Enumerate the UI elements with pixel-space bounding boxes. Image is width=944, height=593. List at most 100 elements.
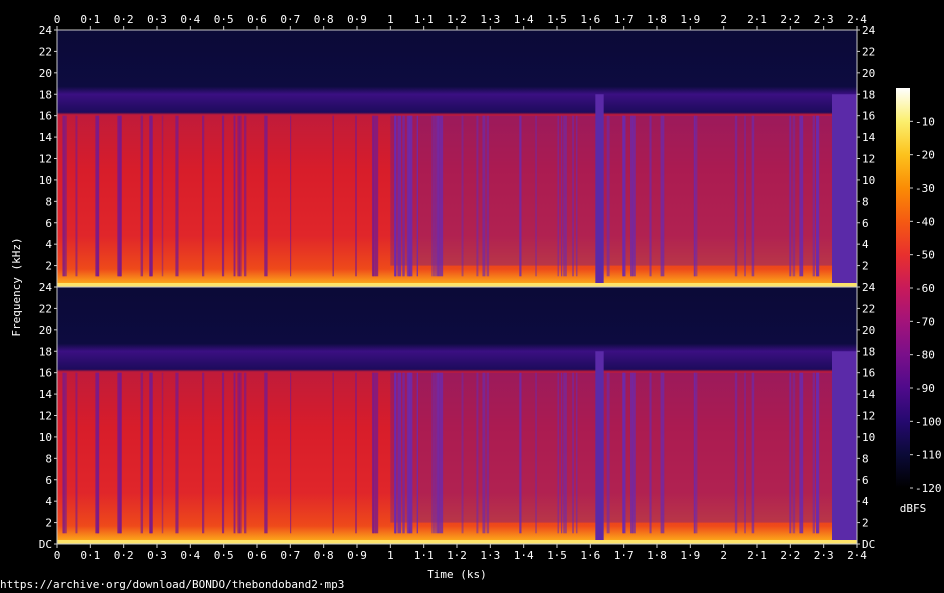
x-tick-label: 0·4: [180, 13, 200, 26]
spectral-streak: [629, 372, 633, 534]
x-tick-label: 0·9: [347, 13, 367, 26]
y-tick-label: 18: [862, 345, 875, 358]
x-tick-label: 0·3: [147, 549, 167, 562]
spectral-streak: [416, 372, 419, 534]
spectral-streak: [149, 372, 153, 534]
y-tick-label: 18: [39, 345, 52, 358]
x-tick-label: 0·7: [280, 549, 300, 562]
y-tick-label: 22: [39, 45, 52, 58]
spectral-streak: [375, 115, 379, 277]
spectral-streak: [290, 115, 292, 277]
x-tick-label: 1·8: [647, 13, 667, 26]
colorbar-tick-label: -90: [915, 382, 935, 395]
colorbar-tick-label: -70: [915, 315, 935, 328]
y-tick-label: 8: [45, 195, 52, 208]
spectral-streak: [734, 372, 738, 534]
spectral-streak: [486, 372, 490, 534]
y-tick-label: 6: [45, 474, 52, 487]
spectral-streak: [355, 115, 357, 277]
spectral-streak: [751, 115, 755, 277]
x-tick-label: 1·4: [514, 549, 534, 562]
y-tick-label: 14: [39, 388, 53, 401]
x-tick-label: 0·1: [80, 13, 100, 26]
y-tick-label: 22: [862, 302, 875, 315]
y-tick-label: 4: [862, 495, 869, 508]
y-tick-label: 12: [39, 153, 52, 166]
y-tick-label: 14: [39, 131, 53, 144]
y-tick-label: 18: [39, 88, 52, 101]
spectral-streak: [373, 372, 377, 534]
spectral-streak: [575, 372, 578, 534]
colorbar-tick-label: -100: [915, 415, 942, 428]
x-axis-ticks-top: 0 0·1 0·2 0·3 0·4 0·5 0·6 0·7 0·8 0·9 1 1·1 1·2 1·3 1·…: [54, 13, 867, 30]
spectrogram-chart: 0 0·1 0·2 0·3 0·4 0·5 0·6 0·7 0·8 0·9 1 1·1 1·2 1·3 1·…: [10, 13, 942, 581]
x-tick-label: 1·6: [580, 13, 600, 26]
spectral-streak: [561, 115, 563, 277]
spectral-streak: [572, 115, 574, 277]
spectral-streak: [572, 372, 574, 534]
x-tick-label: 1·9: [680, 13, 700, 26]
spectral-streak: [632, 372, 636, 534]
colorbar-tick-label: -80: [915, 349, 935, 362]
x-tick-label: 1: [387, 549, 394, 562]
spectral-streak: [416, 115, 419, 277]
colorbar-tick-label: -20: [915, 149, 935, 162]
x-axis-label: Time (ks): [427, 568, 487, 581]
x-tick-label: 2·2: [780, 13, 800, 26]
spectral-streak: [238, 372, 242, 534]
spectral-streak: [175, 372, 179, 534]
spectral-streak: [744, 372, 746, 534]
spectral-streak: [221, 372, 225, 534]
colorbar-tick-label: -50: [915, 249, 935, 262]
y-tick-label: 8: [862, 452, 869, 465]
y-tick-label: DC: [39, 538, 52, 551]
spectral-streak: [435, 372, 437, 534]
spectral-streak: [606, 115, 610, 277]
quiet-segment: [595, 94, 604, 287]
y-tick-label: 24: [862, 281, 876, 294]
spectral-streak: [623, 115, 626, 277]
y-tick-label: 24: [39, 24, 53, 37]
x-tick-label: 1·5: [547, 13, 567, 26]
x-tick-label: 1·4: [514, 13, 534, 26]
y-tick-label: 10: [39, 174, 52, 187]
spectral-streak: [799, 372, 804, 534]
spectral-streak: [149, 115, 153, 277]
spectral-streak: [812, 115, 815, 277]
x-tick-label: 0: [54, 549, 61, 562]
spectral-streak: [120, 372, 122, 534]
x-tick-label: 0·9: [347, 549, 367, 562]
spectral-streak: [575, 115, 578, 277]
x-tick-label: 0: [54, 13, 61, 26]
x-tick-label: 1·1: [414, 13, 434, 26]
spectral-streak: [649, 115, 652, 277]
spectral-streak: [632, 115, 636, 277]
x-tick-label: 1·6: [580, 549, 600, 562]
spectral-streak: [408, 372, 413, 534]
y-tick-label: 6: [862, 217, 869, 230]
lower-energy-region: [390, 115, 832, 266]
spectral-streak: [486, 115, 490, 277]
spectral-streak: [693, 115, 698, 277]
spectral-streak: [290, 372, 292, 534]
spectral-streak: [816, 115, 820, 277]
quiet-segment: [595, 351, 604, 544]
spectral-streak: [202, 372, 205, 534]
spectral-streak: [519, 372, 522, 534]
y-tick-label: 12: [862, 153, 875, 166]
y-tick-label: 14: [862, 131, 876, 144]
spectral-streak: [744, 115, 746, 277]
spectral-streak: [437, 115, 440, 277]
x-tick-label: 2·3: [814, 13, 834, 26]
spectral-streak: [408, 115, 413, 277]
spectral-streak: [63, 115, 67, 277]
y-axis-label: Frequency (kHz): [10, 237, 23, 336]
spectral-streak: [476, 372, 479, 534]
x-tick-label: 0·2: [114, 13, 134, 26]
spectral-streak: [799, 115, 804, 277]
source-url: https://archive·org/download/BONDO/thebo…: [0, 578, 345, 591]
spectral-streak: [439, 115, 444, 277]
y-tick-label: 4: [862, 238, 869, 251]
x-tick-label: 0·6: [247, 13, 267, 26]
y-tick-label: DC: [862, 538, 875, 551]
